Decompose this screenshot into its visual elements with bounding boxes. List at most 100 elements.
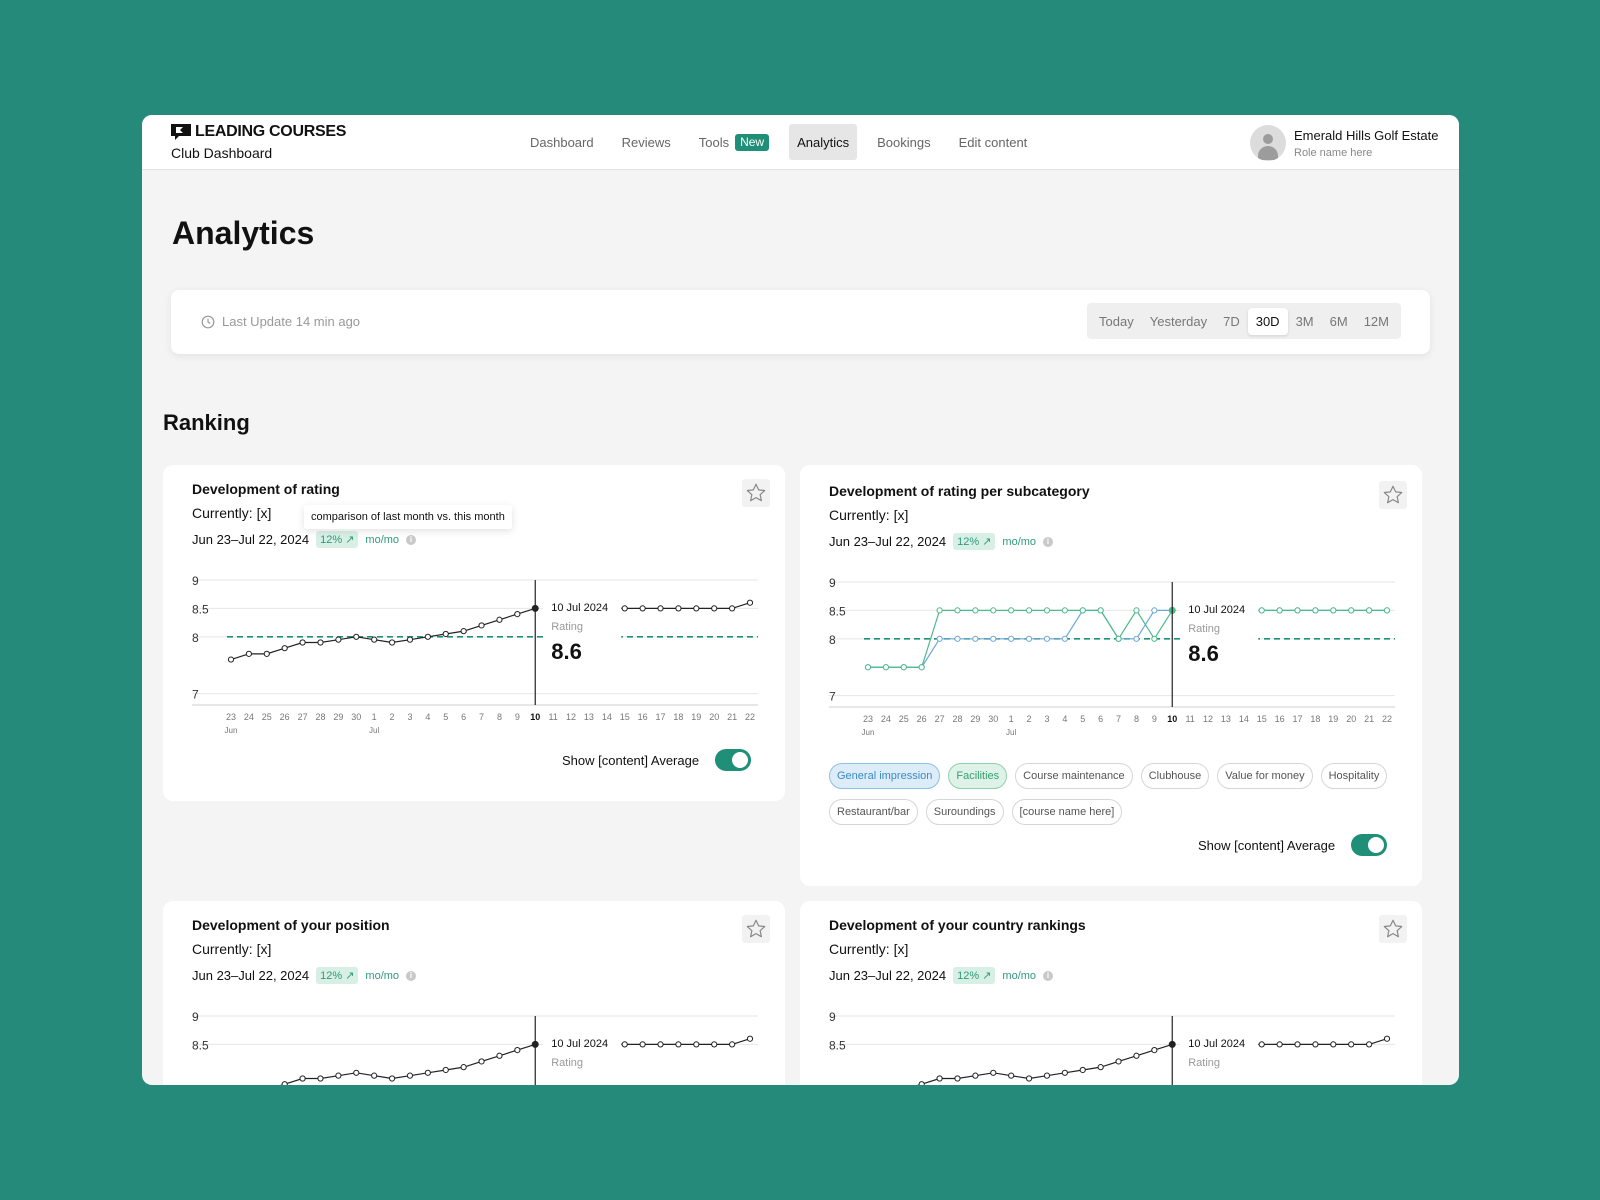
nav-tools[interactable]: Tools New [691,124,777,160]
x-month-label: Jun [225,726,238,735]
nav-dashboard[interactable]: Dashboard [522,124,602,160]
data-point [972,635,979,642]
nav-label: Analytics [797,134,850,150]
data-point [424,633,431,640]
tooltip-date: 10 Jul 2024 [1188,604,1245,616]
data-point [1133,1052,1140,1059]
x-tick-label: 27 [935,714,945,724]
data-point [1008,607,1015,614]
data-point [281,645,288,652]
last-update-text: Last Update 14 min ago [222,314,361,329]
x-tick-label: 3 [1044,714,1049,724]
tooltip-date: 10 Jul 2024 [551,1038,608,1050]
data-point [1276,607,1283,614]
chip-surroundings[interactable]: Suroundings [925,799,1004,825]
x-tick-label: 21 [727,712,737,722]
chip-hospitality[interactable]: Hospitality [1320,763,1388,789]
x-tick-label: 6 [461,712,466,722]
data-point [1151,635,1158,642]
x-tick-label: 24 [881,714,891,724]
data-point [1294,607,1301,614]
data-point [1061,607,1068,614]
x-tick-label: 29 [333,712,343,722]
country-rankings-chart: 98.523 24 25 26 27 28 29 30 1 2 3 4 5 6 7 8 9 10 11 12 13 14 1… [829,1010,1395,1085]
tooltip-label: Rating [551,1057,583,1069]
range-12m[interactable]: 12M [1356,308,1397,335]
nav-reviews[interactable]: Reviews [614,124,679,160]
data-point [1330,607,1337,614]
data-point [693,1041,700,1048]
app-subtitle: Club Dashboard [171,145,273,161]
chip-value-for-money[interactable]: Value for money [1217,763,1313,789]
tooltip-label: Rating [1188,1057,1220,1069]
page-title: Analytics [172,215,315,251]
data-point [639,1041,646,1048]
y-tick-label: 9 [192,1010,199,1024]
data-point [1115,635,1122,642]
chart-tooltip: 10 Jul 2024 Rating [1180,1029,1259,1085]
range-7d[interactable]: 7D [1215,308,1248,335]
range-yesterday[interactable]: Yesterday [1142,308,1215,335]
data-point [1383,1035,1391,1042]
data-point [1008,1072,1015,1079]
average-toggle[interactable] [715,749,752,771]
x-tick-label: 8 [497,712,502,722]
nav-edit-content[interactable]: Edit content [951,124,1036,160]
x-tick-label: 15 [620,712,630,722]
range-today[interactable]: Today [1091,308,1142,335]
range-30d[interactable]: 30D [1247,307,1288,335]
data-point [371,1072,378,1079]
data-point [353,1069,360,1076]
nav-label: Tools [698,134,730,150]
x-tick-label: 13 [1221,714,1231,724]
x-tick-label: 8 [1134,714,1139,724]
series-line [280,1043,536,1085]
data-point [442,1066,449,1074]
x-tick-label: 5 [443,712,448,722]
chip-restaurant-bar[interactable]: Restaurant/bar [829,799,918,825]
chip-course-name[interactable]: [course name here] [1011,799,1123,825]
data-point [478,1058,485,1065]
data-point [1383,607,1391,614]
x-tick-label: 14 [1239,714,1249,724]
chip-clubhouse[interactable]: Clubhouse [1140,763,1210,789]
data-point [1294,1041,1301,1048]
chip-general-impression[interactable]: General impression [829,763,941,789]
chip-facilities[interactable]: Facilities [948,763,1008,789]
data-point [1097,607,1104,614]
y-tick-label: 8.5 [192,1038,209,1052]
x-tick-label: 24 [244,712,254,722]
nav-analytics[interactable]: Analytics [789,124,858,160]
data-point [317,1075,324,1082]
x-tick-label: 12 [566,712,576,722]
data-point [990,635,997,642]
y-tick-label: 9 [192,574,199,588]
average-toggle[interactable] [1351,834,1388,856]
tooltip-label: Rating [1188,623,1220,635]
x-tick-label: 30 [351,712,361,722]
range-6m[interactable]: 6M [1322,308,1356,335]
logo[interactable]: LEADING COURSES [171,123,346,141]
x-tick-label: 16 [638,712,648,722]
x-tick-label: 20 [709,712,719,722]
x-tick-label: 23 [226,712,236,722]
x-tick-label: 18 [1310,714,1320,724]
y-tick-label: 9 [829,576,836,590]
x-tick-label: 17 [656,712,666,722]
data-point [657,605,664,612]
flag-logo-icon [171,124,191,140]
nav-bookings[interactable]: Bookings [869,124,938,160]
chip-course-maintenance[interactable]: Course maintenance [1015,763,1133,789]
range-3m[interactable]: 3M [1288,308,1322,335]
data-point [496,1052,503,1059]
data-point [621,605,628,612]
nav-label: Dashboard [530,134,594,150]
x-tick-label: 29 [970,714,980,724]
x-tick-label: 15 [1257,714,1267,724]
data-point [1025,607,1033,614]
user-menu[interactable]: Emerald Hills Golf Estate Role name here [1250,125,1439,161]
data-point [1330,1041,1337,1048]
data-point [918,1081,925,1085]
filter-bar: Last Update 14 min ago Today Yesterday 7… [171,290,1430,354]
data-point [711,1041,718,1048]
